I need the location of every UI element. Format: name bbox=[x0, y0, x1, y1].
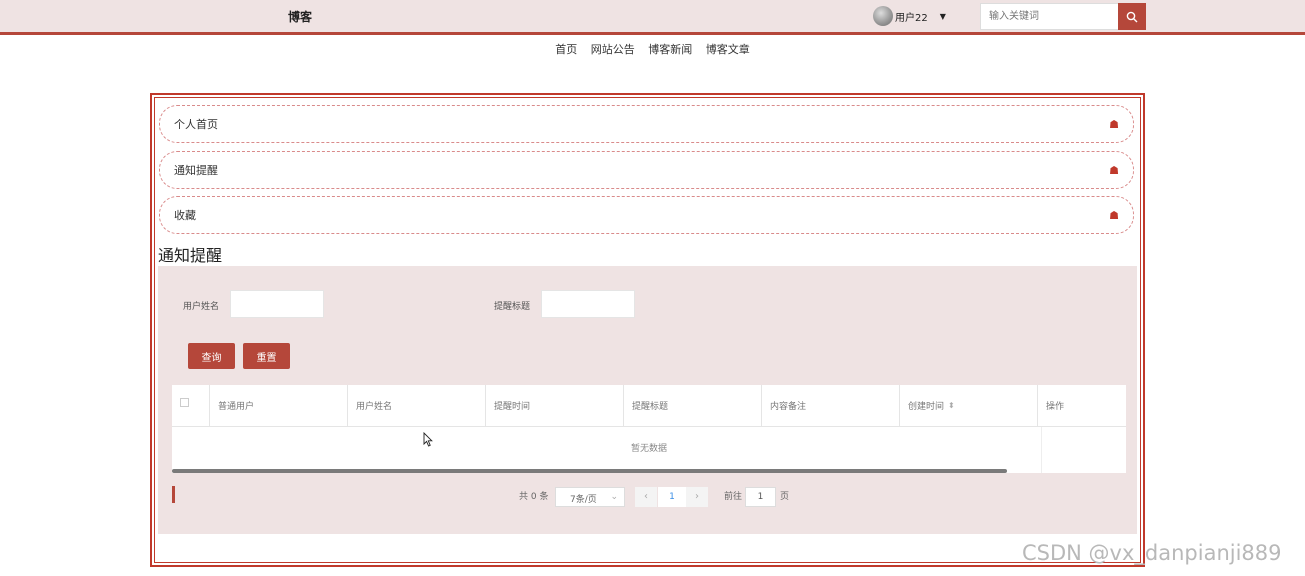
column-header: 操作 bbox=[1046, 402, 1065, 412]
watermark: CSDN @vx_danpianji889 bbox=[1022, 541, 1282, 565]
column-header: 提醒标题 bbox=[624, 385, 762, 426]
column-header-label: 创建时间 bbox=[908, 402, 945, 412]
table-header: 普通用户 用户姓名 提醒时间 提醒标题 内容备注 创建时间 ⬍ 操作 bbox=[172, 385, 1126, 427]
user-name-field[interactable] bbox=[230, 290, 324, 318]
table-body: 暂无数据 bbox=[172, 427, 1126, 473]
goto-label: 前往 bbox=[724, 492, 743, 502]
prev-page-button[interactable]: ‹ bbox=[635, 487, 657, 507]
main-nav: 首页 网站公告 博客新闻 博客文章 bbox=[0, 41, 1305, 57]
column-header-sortable[interactable]: 创建时间 ⬍ bbox=[900, 385, 1038, 426]
sidebar-item-label: 通知提醒 bbox=[174, 164, 218, 177]
sidebar-item-notifications[interactable]: 通知提醒 ☗ bbox=[159, 151, 1134, 189]
search-button[interactable] bbox=[1118, 3, 1146, 30]
home-icon: ☗ bbox=[1109, 208, 1119, 222]
user-name-label: 用户姓名 bbox=[183, 302, 220, 312]
total-count: 共 0 条 bbox=[519, 492, 549, 502]
chevron-down-icon: ⌄ bbox=[610, 492, 618, 502]
search-box bbox=[980, 3, 1146, 30]
sidebar-item-favorites[interactable]: 收藏 ☗ bbox=[159, 196, 1134, 234]
current-page-number[interactable]: 1 bbox=[658, 487, 686, 507]
sidebar-item-label: 收藏 bbox=[174, 209, 196, 222]
sidebar-item-label: 个人首页 bbox=[174, 118, 218, 131]
page-suffix-label: 页 bbox=[780, 492, 790, 502]
avatar[interactable] bbox=[873, 6, 893, 26]
actions-column bbox=[1041, 427, 1126, 473]
empty-message: 暂无数据 bbox=[630, 444, 667, 454]
reminder-title-label: 提醒标题 bbox=[494, 302, 531, 312]
sidebar-item-personal-home[interactable]: 个人首页 ☗ bbox=[159, 105, 1134, 143]
home-icon: ☗ bbox=[1109, 117, 1119, 131]
column-header: 普通用户 bbox=[210, 385, 348, 426]
reminder-title-field[interactable] bbox=[541, 290, 635, 318]
user-menu[interactable]: 用户22 ▼ bbox=[873, 6, 946, 26]
search-input[interactable] bbox=[980, 3, 1118, 30]
nav-item-home[interactable]: 首页 bbox=[555, 43, 577, 56]
search-icon bbox=[1126, 11, 1138, 22]
column-header: 用户姓名 bbox=[348, 385, 486, 426]
user-name[interactable]: 用户22 bbox=[895, 9, 928, 24]
accent-bar bbox=[172, 486, 175, 503]
nav-item-news[interactable]: 博客新闻 bbox=[648, 43, 692, 56]
query-button[interactable]: 查询 bbox=[188, 343, 235, 369]
reset-button[interactable]: 重置 bbox=[243, 343, 290, 369]
horizontal-scrollbar[interactable] bbox=[172, 469, 1007, 473]
notification-panel: 用户姓名 提醒标题 查询 重置 普通用户 用户姓名 提醒时间 提醒标题 内容备注… bbox=[158, 266, 1137, 534]
sort-icon[interactable]: ⬍ bbox=[948, 401, 955, 410]
column-header: 提醒时间 bbox=[486, 385, 624, 426]
nav-item-articles[interactable]: 博客文章 bbox=[706, 43, 750, 56]
page-size-value: 7条/页 bbox=[570, 495, 597, 505]
next-page-button[interactable]: › bbox=[686, 487, 708, 507]
content-frame: 个人首页 ☗ 通知提醒 ☗ 收藏 ☗ 通知提醒 用户姓名 提醒标题 查询 重置 … bbox=[150, 93, 1145, 567]
mouse-cursor-icon bbox=[423, 432, 433, 447]
top-bar: 博客 用户22 ▼ bbox=[0, 0, 1305, 35]
select-all-cell bbox=[172, 385, 210, 426]
home-icon: ☗ bbox=[1109, 163, 1119, 177]
page-title: 通知提醒 bbox=[158, 246, 223, 265]
data-table: 普通用户 用户姓名 提醒时间 提醒标题 内容备注 创建时间 ⬍ 操作 暂无数据 bbox=[172, 385, 1126, 473]
column-header: 内容备注 bbox=[762, 385, 900, 426]
page-size-select[interactable]: 7条/页 ⌄ bbox=[555, 487, 625, 507]
chevron-down-icon[interactable]: ▼ bbox=[940, 12, 946, 21]
select-all-checkbox[interactable] bbox=[180, 398, 189, 407]
goto-page-input[interactable]: 1 bbox=[745, 487, 776, 507]
nav-item-announcements[interactable]: 网站公告 bbox=[591, 43, 635, 56]
brand-title[interactable]: 博客 bbox=[288, 8, 312, 25]
